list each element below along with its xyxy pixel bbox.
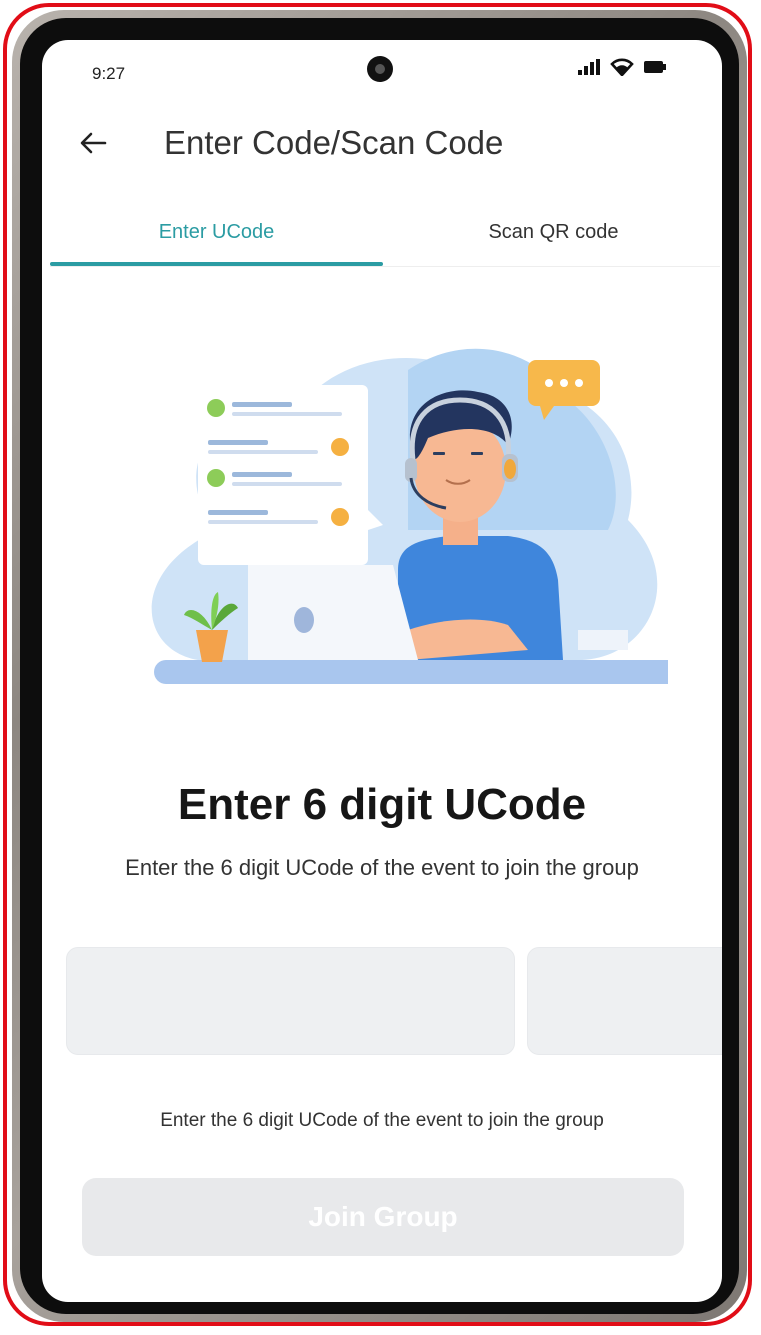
helper-text: Enter the 6 digit UCode of the event to …: [160, 1110, 604, 1131]
subheading: Enter the 6 digit UCode of the event to …: [125, 855, 639, 880]
app-bar: Enter Code/Scan Code: [42, 110, 722, 176]
tab-scan-qr-code[interactable]: Scan QR code: [387, 200, 720, 264]
ucode-input-group: [66, 947, 722, 1055]
page-title: Enter Code/Scan Code: [164, 124, 504, 161]
support-illustration: [151, 348, 668, 684]
tab-indicator: [50, 262, 383, 266]
heading: Enter 6 digit UCode: [177, 780, 587, 829]
back-arrow-icon: [80, 132, 107, 154]
signal-icon: [578, 59, 600, 75]
tab-label: Enter UCode: [158, 220, 275, 243]
wifi-icon: [610, 58, 634, 76]
status-time: 9:27: [92, 64, 126, 83]
battery-icon: [644, 61, 666, 73]
tab-label: Scan QR code: [488, 220, 619, 243]
camera-icon: [367, 56, 393, 82]
join-group-button[interactable]: Join Group: [82, 1178, 684, 1256]
ucode-digit-1[interactable]: [66, 947, 515, 1055]
status-bar: 9:27: [42, 40, 722, 110]
phone-screen: 9:27 Enter Code/Scan Code Enter UCode Sc…: [42, 40, 722, 1302]
status-icons: [578, 58, 666, 76]
back-button[interactable]: [76, 126, 110, 160]
tab-bar: Enter UCode Scan QR code: [50, 200, 720, 267]
ucode-digit-2[interactable]: [527, 947, 722, 1055]
tab-enter-ucode[interactable]: Enter UCode: [50, 200, 383, 264]
